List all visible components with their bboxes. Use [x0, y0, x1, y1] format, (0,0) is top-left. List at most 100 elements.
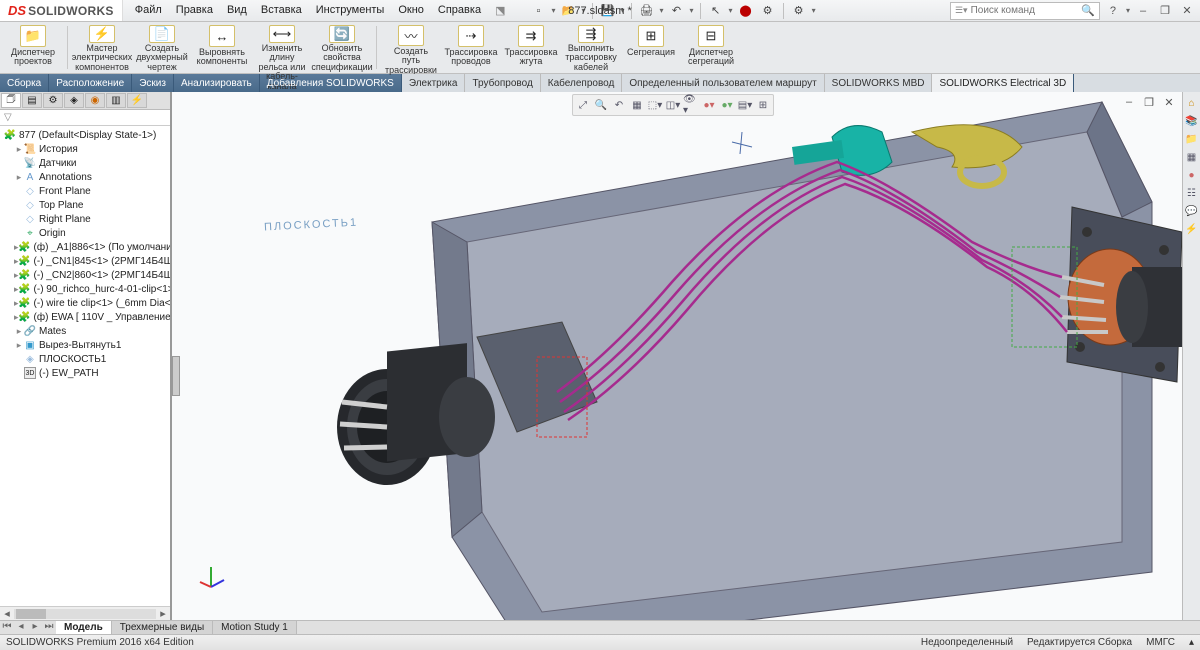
- menu-view[interactable]: Вид: [221, 2, 253, 19]
- tree-item[interactable]: ◇Top Plane: [0, 198, 170, 212]
- tree-item[interactable]: ▸AAnnotations: [0, 170, 170, 184]
- tab-feature-tree[interactable]: 🗇: [1, 93, 21, 108]
- help-button[interactable]: ?: [1104, 3, 1122, 19]
- tab-nav-next[interactable]: ▸: [28, 621, 42, 634]
- ribbon-create-2d[interactable]: 📄Создать двухмерный чертеж: [133, 24, 191, 71]
- search-icon[interactable]: 🔍: [1081, 4, 1095, 17]
- doc-close[interactable]: ✕: [1160, 94, 1178, 110]
- display-style-icon[interactable]: ◫▾: [665, 97, 681, 113]
- doc-minimize[interactable]: ‒: [1120, 94, 1138, 110]
- tree-item[interactable]: ▸🧩(-) wire tie clip<1> (_6mm Dia<<_6m: [0, 296, 170, 310]
- menu-tools[interactable]: Инструменты: [310, 2, 391, 19]
- menu-pin-icon[interactable]: ⬔: [489, 2, 511, 19]
- tree-root[interactable]: 🧩877 (Default<Display State-1>): [0, 128, 170, 142]
- file-explorer-icon[interactable]: 📁: [1185, 134, 1199, 148]
- tab-assembly[interactable]: Сборка: [0, 74, 49, 92]
- tree-item[interactable]: ▸🧩(ф) EWA [ 110V _ Управление]17<2: [0, 310, 170, 324]
- tab-nav-last[interactable]: ⏭: [42, 621, 56, 634]
- scroll-left-icon[interactable]: ◂: [0, 607, 14, 620]
- view-palette-icon[interactable]: ▦: [1185, 152, 1199, 166]
- tab-mbd[interactable]: SOLIDWORKS MBD: [825, 74, 933, 92]
- tree-item[interactable]: ▸▣Вырез-Вытянуть1: [0, 338, 170, 352]
- ribbon-align[interactable]: ↔Выровнять компоненты: [193, 24, 251, 71]
- zoom-area-icon[interactable]: 🔍: [593, 97, 609, 113]
- print-button[interactable]: 🖨: [638, 2, 656, 20]
- scroll-right-icon[interactable]: ▸: [156, 607, 170, 620]
- undo-button[interactable]: ↶: [668, 2, 686, 20]
- menu-help[interactable]: Справка: [432, 2, 487, 19]
- tab-dimxpert[interactable]: ◈: [64, 93, 84, 108]
- doc-restore[interactable]: ❐: [1140, 94, 1158, 110]
- view-settings-icon[interactable]: ⊞: [755, 97, 771, 113]
- tab-property[interactable]: ▤: [22, 93, 42, 108]
- tree-item[interactable]: ◇Front Plane: [0, 184, 170, 198]
- ribbon-segregation[interactable]: ⊞Сегрегация: [622, 24, 680, 71]
- tab-electrical[interactable]: ⚡: [127, 93, 147, 108]
- tab-layout[interactable]: Расположение: [49, 74, 132, 92]
- tab-sketch[interactable]: Эскиз: [132, 74, 174, 92]
- tab-evaluate[interactable]: Анализировать: [174, 74, 260, 92]
- tab-nav-prev[interactable]: ◂: [14, 621, 28, 634]
- tree-item[interactable]: ▸📜История: [0, 142, 170, 156]
- ribbon-route-path[interactable]: 〰Создать путь трассировки: [382, 24, 440, 71]
- tab-electrical-3d[interactable]: SOLIDWORKS Electrical 3D: [932, 74, 1074, 92]
- appearances-icon[interactable]: ●: [1185, 170, 1199, 184]
- close-button[interactable]: ✕: [1178, 3, 1196, 19]
- tab-piping[interactable]: Трубопровод: [465, 74, 540, 92]
- tree-item[interactable]: ▸🧩(-) 90_richco_hurc-4-01-clip<1> (2-01: [0, 282, 170, 296]
- section-icon[interactable]: ▦: [629, 97, 645, 113]
- ribbon-update-bom[interactable]: 🔄Обновить свойства спецификации: [313, 24, 371, 71]
- tab-model[interactable]: Модель: [56, 621, 112, 634]
- electrical-icon[interactable]: ⚡: [1185, 224, 1199, 238]
- settings-button[interactable]: ⚙: [790, 2, 808, 20]
- tree-item[interactable]: 📡Датчики: [0, 156, 170, 170]
- tree-item[interactable]: 3D(-) EW_PATH: [0, 366, 170, 380]
- menu-insert[interactable]: Вставка: [255, 2, 308, 19]
- command-search[interactable]: ☰▾ 🔍: [950, 2, 1100, 20]
- ribbon-electrical-wizard[interactable]: ⚡Мастер электрических компонентов: [73, 24, 131, 71]
- options-button[interactable]: ⚙: [759, 2, 777, 20]
- select-button[interactable]: ↖: [707, 2, 725, 20]
- minimize-button[interactable]: ‒: [1134, 3, 1152, 19]
- menu-file[interactable]: Файл: [129, 2, 168, 19]
- ribbon-project-manager[interactable]: 📁Диспетчер проектов: [4, 24, 62, 71]
- tab-display[interactable]: ◉: [85, 93, 105, 108]
- tab-config[interactable]: ⚙: [43, 93, 63, 108]
- model-view[interactable]: [172, 92, 1182, 620]
- tree-item[interactable]: ◈ПЛОСКОСТЬ1: [0, 352, 170, 366]
- tab-user-route[interactable]: Определенный пользователем маршрут: [622, 74, 824, 92]
- tab-drawing[interactable]: ▥: [106, 93, 126, 108]
- feature-tree[interactable]: 🧩877 (Default<Display State-1>) ▸📜Истори…: [0, 126, 170, 606]
- tree-item[interactable]: ◇Right Plane: [0, 212, 170, 226]
- tab-tubing[interactable]: Кабелепровод: [541, 74, 623, 92]
- tab-3d-views[interactable]: Трехмерные виды: [112, 621, 213, 634]
- prev-view-icon[interactable]: ↶: [611, 97, 627, 113]
- resources-icon[interactable]: ⌂: [1185, 98, 1199, 112]
- status-units[interactable]: ММГС: [1146, 637, 1175, 648]
- panel-scrollbar[interactable]: ◂ ▸: [0, 606, 170, 620]
- status-customize-icon[interactable]: ▴: [1189, 637, 1194, 648]
- tab-motion-study[interactable]: Motion Study 1: [213, 621, 297, 634]
- search-input[interactable]: [971, 5, 1082, 16]
- search-drop-icon[interactable]: ☰▾: [955, 5, 968, 16]
- rebuild-button[interactable]: ⬤: [737, 2, 755, 20]
- ribbon-rail-length[interactable]: ⟷Изменить длину рельса или кабель-канала: [253, 24, 311, 71]
- hide-show-icon[interactable]: 👁▾: [683, 97, 699, 113]
- ribbon-route-cables[interactable]: ⇶Выполнить трассировку кабелей: [562, 24, 620, 71]
- ribbon-route-wires[interactable]: ⇢Трассировка проводов: [442, 24, 500, 71]
- restore-button[interactable]: ❐: [1156, 3, 1174, 19]
- view-triad[interactable]: [196, 562, 226, 592]
- tree-filter[interactable]: ▽: [0, 110, 170, 126]
- tab-nav-first[interactable]: ⏮: [0, 621, 14, 634]
- tree-item[interactable]: ▸🧩(ф) _A1|886<1> (По умолчанию<<П: [0, 240, 170, 254]
- tree-item[interactable]: ▸🔗Mates: [0, 324, 170, 338]
- tree-item[interactable]: ⌖Origin: [0, 226, 170, 240]
- menu-edit[interactable]: Правка: [170, 2, 219, 19]
- tab-addins[interactable]: Добавления SOLIDWORKS: [260, 74, 402, 92]
- view-orient-icon[interactable]: ⬚▾: [647, 97, 663, 113]
- forum-icon[interactable]: 💬: [1185, 206, 1199, 220]
- tree-item[interactable]: ▸🧩(-) _CN2|860<1> (2РМГ14Б4Ш1Е1<<: [0, 268, 170, 282]
- design-lib-icon[interactable]: 📚: [1185, 116, 1199, 130]
- tree-item[interactable]: ▸🧩(-) _CN1|845<1> (2РМГ14Б4Ш1Е1<<: [0, 254, 170, 268]
- scene-icon[interactable]: ●▾: [719, 97, 735, 113]
